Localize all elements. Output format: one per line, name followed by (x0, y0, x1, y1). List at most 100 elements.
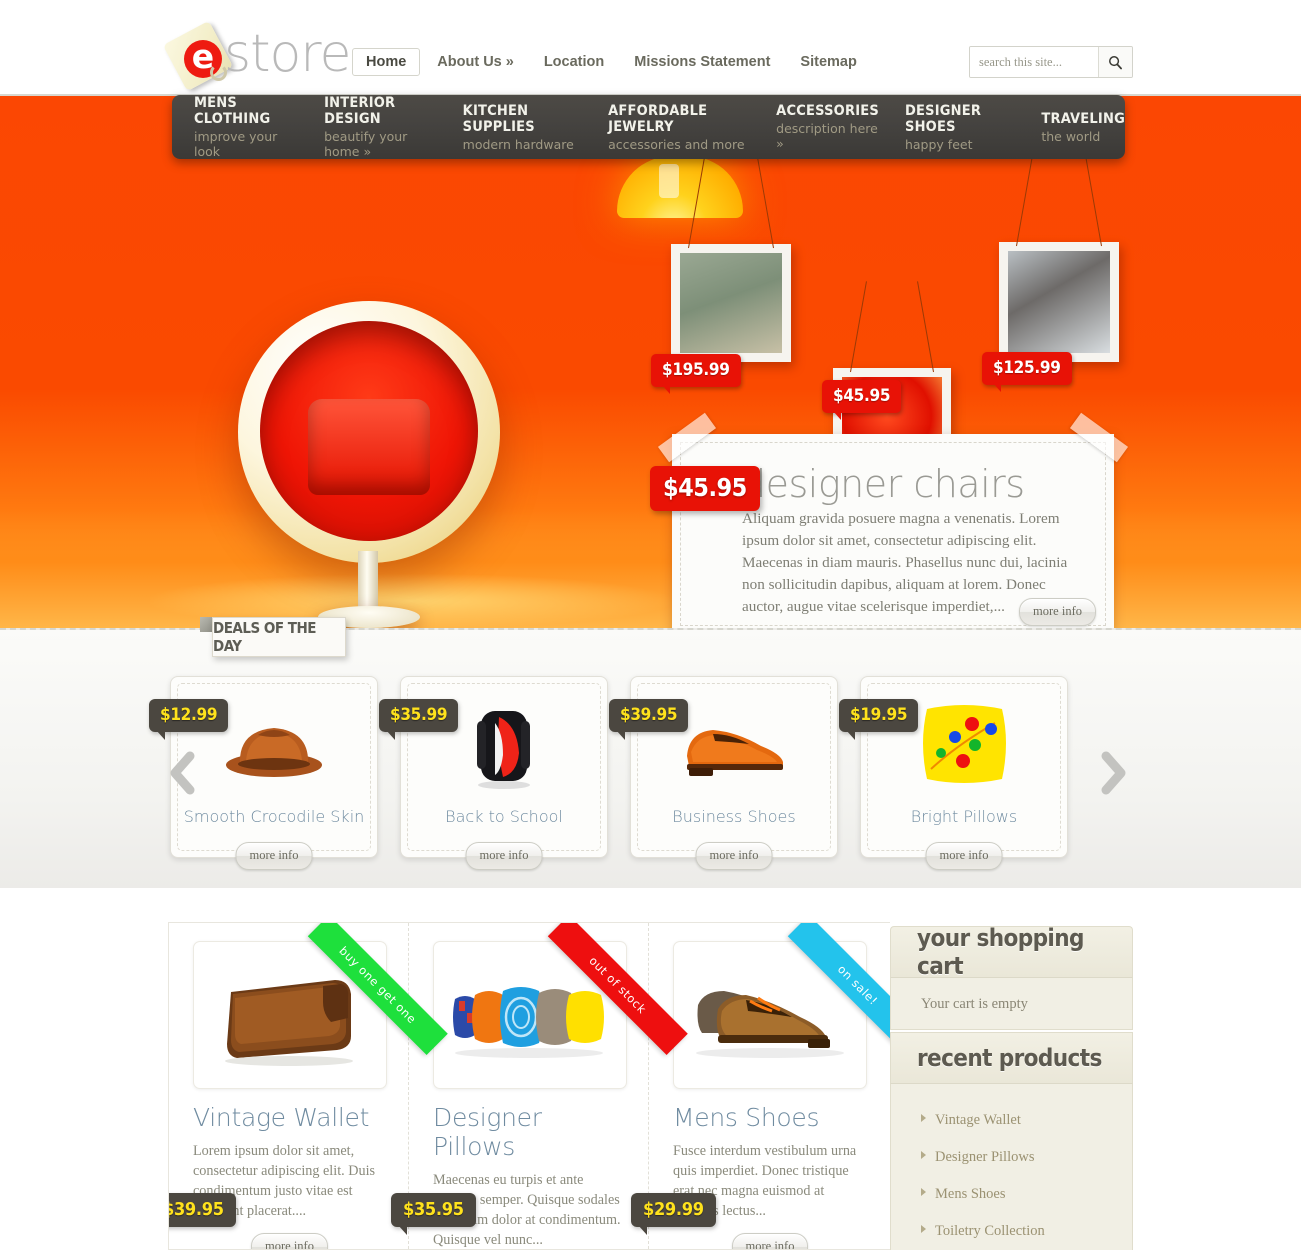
frame-string-right (917, 281, 935, 373)
shoe-icon (687, 730, 783, 776)
mainnav-subtitle: beautify your home » (324, 129, 408, 159)
mainnav-title: INTERIOR DESIGN (324, 95, 396, 127)
mainnav-title: KITCHEN SUPPLIES (462, 102, 535, 135)
topnav-item-missions-statement[interactable]: Missions Statement (621, 49, 783, 75)
deal-price-tag: $12.99 (149, 699, 229, 740)
mainnav-item-mens-clothing[interactable]: MENS CLOTHING improve your look (194, 95, 298, 159)
deal-more-info-button[interactable]: more info (465, 842, 543, 870)
deal-more-info-button[interactable]: more info (695, 842, 773, 870)
deal-title: Bright Pillows (910, 807, 1018, 826)
mainnav-item-accessories[interactable]: ACCESSORIES description here » (776, 103, 879, 151)
deals-next-button[interactable] (1098, 748, 1128, 798)
main-navigation: MENS CLOTHING improve your look INTERIOR… (172, 95, 1125, 159)
frame-mat (999, 242, 1119, 362)
mainnav-item-interior-design[interactable]: INTERIOR DESIGN beautify your home » (324, 95, 437, 159)
hero-frame-1[interactable] (671, 157, 791, 362)
deal-more-info-button[interactable]: more info (925, 842, 1003, 870)
chair-interior (260, 321, 478, 541)
bullet-triangle-icon (921, 1225, 926, 1233)
pillow-icon (922, 705, 1006, 783)
deal-more-info-button[interactable]: more info (235, 842, 313, 870)
deal-title: Business Shoes (672, 807, 796, 826)
site-logo[interactable]: e store (162, 20, 352, 92)
recent-products-heading: recent products (890, 1032, 1133, 1084)
mainnav-subtitle: accessories and more (608, 136, 745, 152)
site-header: e store Home About Us » Location Mission… (0, 0, 1301, 96)
product-card: out of stock $35.95 Designer Pillows Mae… (391, 923, 688, 1249)
deal-card[interactable]: $35.99 Back to School more info (379, 676, 608, 870)
deal-title: Smooth Crocodile Skin (183, 807, 365, 826)
hero-frame-2-price: $45.95 (822, 380, 902, 420)
hero-frame-1-price: $195.99 (651, 354, 741, 394)
frame-string-right (757, 157, 775, 249)
product-button-wrap: more info (193, 1233, 386, 1249)
mainnav-subtitle: improve your look (194, 129, 278, 159)
product-grid: buy one get one $39.95 Vintage Wallet Lo… (169, 923, 890, 1249)
shopping-cart-heading-text: your shopping cart (917, 924, 1084, 980)
deal-price-tag: $35.99 (379, 699, 459, 740)
chevron-right-icon (1101, 751, 1126, 795)
product-card: on sale! $29.99 Mens Shoes Fusce interdu… (631, 923, 890, 1249)
product-title[interactable]: Designer Pillows (433, 1103, 626, 1161)
deal-card[interactable]: $39.95 Business Shoes more info (609, 676, 838, 870)
deals-carousel: $12.99 Smooth Crocodile Skin more info $… (149, 676, 1068, 870)
deal-title: Back to School (445, 807, 563, 826)
mainnav-title: ACCESSORIES (776, 103, 879, 119)
deals-tab-text: DEALS OF THE DAY (213, 619, 317, 655)
deals-of-the-day-label: DEALS OF THE DAY (212, 617, 346, 657)
search-input[interactable] (970, 47, 1098, 77)
recent-product-item[interactable]: Vintage Wallet (921, 1102, 1132, 1139)
topnav-item-home[interactable]: Home (352, 48, 421, 76)
deal-card[interactable]: $12.99 Smooth Crocodile Skin more info (149, 676, 378, 870)
page-root: e store Home About Us » Location Mission… (0, 0, 1301, 1250)
chevron-left-icon (170, 751, 195, 795)
deals-prev-button[interactable] (168, 748, 198, 798)
mainnav-item-affordable-jewelry[interactable]: AFFORDABLE JEWELRY accessories and more (608, 103, 750, 152)
product-price-tag: $29.99 (631, 1193, 716, 1235)
wallet-icon (225, 980, 353, 1066)
mainnav-subtitle: modern hardware (462, 136, 574, 152)
deal-button-wrap: more info (235, 842, 313, 870)
deal-button-wrap: more info (695, 842, 773, 870)
recent-products-list: Vintage Wallet Designer Pillows Mens Sho… (921, 1102, 1132, 1250)
mainnav-title: DESIGNER SHOES (904, 102, 982, 135)
mainnav-item-kitchen-supplies[interactable]: KITCHEN SUPPLIES modern hardware (463, 103, 582, 152)
frame-photo-woman-jewelry (680, 253, 782, 353)
shoes-icon (695, 991, 844, 1058)
product-title[interactable]: Vintage Wallet (193, 1103, 386, 1132)
deal-price-tag: $19.95 (839, 699, 919, 740)
frame-string-left (1015, 155, 1033, 247)
product-title[interactable]: Mens Shoes (673, 1103, 867, 1132)
hero-frame-3-price: $125.99 (982, 352, 1072, 392)
recent-product-label: Vintage Wallet (935, 1112, 1021, 1128)
hero-panel-body: Aliquam gravida posuere magna a venenati… (742, 510, 1068, 615)
search-box (969, 46, 1133, 78)
mainnav-subtitle: the world (1041, 128, 1101, 144)
backpack-icon (477, 711, 530, 789)
recent-product-item[interactable]: Designer Pillows (921, 1139, 1132, 1176)
frame-string-left (849, 281, 867, 373)
hero-panel-price: $45.95 (650, 466, 760, 511)
deal-button-wrap: more info (925, 842, 1003, 870)
topnav-item-sitemap[interactable]: Sitemap (787, 49, 869, 75)
product-more-info-button[interactable]: more info (731, 1233, 809, 1249)
mainnav-item-traveling[interactable]: TRAVELING the world (1041, 111, 1125, 144)
recent-product-label: Mens Shoes (935, 1186, 1006, 1202)
recent-product-item[interactable]: Toiletry Collection (921, 1213, 1132, 1250)
recent-product-item[interactable]: Mens Shoes (921, 1176, 1132, 1213)
featured-products-section: buy one get one $39.95 Vintage Wallet Lo… (168, 922, 890, 1250)
search-button[interactable] (1098, 47, 1132, 77)
recent-product-label: Designer Pillows (935, 1149, 1035, 1165)
topnav-item-location[interactable]: Location (531, 49, 617, 75)
product-more-info-button[interactable]: more info (251, 1233, 328, 1249)
mainnav-title: TRAVELING (1041, 110, 1125, 127)
chair-cushion (308, 399, 430, 495)
mainnav-item-designer-shoes[interactable]: DESIGNER SHOES happy feet (905, 103, 1015, 152)
shopping-cart-body: Your cart is empty (890, 978, 1133, 1030)
deal-card[interactable]: $19.95 Bright Pillows more info (839, 676, 1068, 870)
deal-button-wrap: more info (465, 842, 543, 870)
recent-product-label: Toiletry Collection (935, 1223, 1045, 1239)
mainnav-subtitle: happy feet (904, 136, 973, 152)
hero-frame-3[interactable] (999, 155, 1119, 362)
topnav-item-about-us[interactable]: About Us » (424, 49, 527, 75)
